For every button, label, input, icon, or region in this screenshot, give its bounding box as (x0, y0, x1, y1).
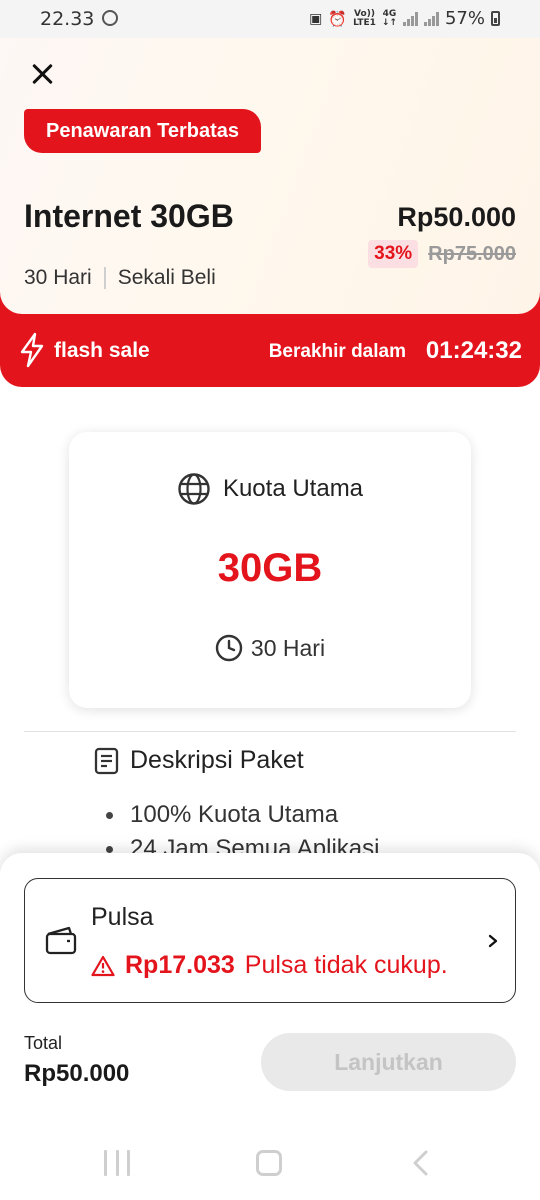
balance-amount: Rp17.033 (125, 951, 235, 979)
wallet-icon (45, 926, 77, 955)
status-indicators: ▣ ⏰ Vo)) LTE1 4G ↓↑ 57% (309, 8, 500, 29)
payment-method-name: Pulsa (91, 903, 154, 931)
warning-icon (91, 955, 115, 976)
chevron-right-icon (488, 934, 498, 948)
package-duration: 30 Hari (24, 266, 92, 289)
lightning-icon (20, 332, 44, 368)
signal-icon (402, 11, 418, 26)
discount-row: 33% Rp75.000 (368, 240, 516, 268)
quota-duration: 30 Hari (69, 634, 471, 662)
globe-icon (178, 473, 210, 505)
battery-percent: 57% (444, 8, 485, 29)
package-detail-screen: 22.33 ▣ ⏰ Vo)) LTE1 4G ↓↑ 57% Penawaran … (0, 0, 540, 1200)
home-icon[interactable] (256, 1150, 282, 1176)
quota-label: Kuota Utama (222, 475, 364, 502)
quota-value: 30GB (217, 546, 323, 590)
ends-in-label: Berakhir dalam (268, 341, 406, 362)
volte-indicator: Vo)) LTE1 (353, 8, 376, 28)
meta-divider (103, 267, 106, 289)
offer-header: Penawaran Terbatas Internet 30GB Rp50.00… (0, 38, 540, 387)
total-label: Total (24, 1033, 63, 1053)
continue-button[interactable]: Lanjutkan (261, 1033, 516, 1091)
flash-sale-label: flash sale (54, 339, 150, 362)
quota-duration-text: 30 Hari (250, 634, 326, 661)
clock-icon (215, 634, 243, 662)
alarm-icon: ⏰ (328, 9, 348, 28)
status-bar: 22.33 ▣ ⏰ Vo)) LTE1 4G ↓↑ 57% (0, 0, 540, 38)
package-meta: 30 Hari Sekali Beli (24, 266, 216, 290)
close-icon[interactable] (26, 58, 58, 90)
system-nav-bar (0, 1128, 540, 1200)
recent-apps-icon[interactable] (104, 1150, 130, 1176)
purchase-type: Sekali Beli (117, 266, 216, 289)
description-title: Deskripsi Paket (130, 746, 304, 774)
download-icon: ▣ (309, 10, 323, 27)
network-indicator: 4G ↓↑ (381, 8, 397, 28)
sync-icon (102, 10, 118, 26)
package-price: Rp50.000 (397, 202, 516, 232)
countdown-timer: 01:24:32 (425, 337, 522, 364)
original-price: Rp75.000 (428, 242, 516, 265)
description-item: 100% Kuota Utama (104, 798, 379, 832)
section-divider (24, 731, 516, 732)
quota-card: Kuota Utama 30GB 30 Hari (69, 432, 471, 708)
payment-method-selector[interactable]: Pulsa Rp17.033 Pulsa tidak cukup. (24, 878, 516, 1003)
package-title: Internet 30GB (24, 198, 234, 234)
total-value: Rp50.000 (24, 1060, 130, 1087)
flash-sale-bar: flash sale Berakhir dalam 01:24:32 (0, 314, 540, 387)
status-time: 22.33 (40, 8, 95, 30)
description-header: Deskripsi Paket (94, 746, 304, 775)
discount-badge: 33% (368, 240, 419, 268)
back-icon[interactable] (410, 1150, 430, 1176)
insufficient-balance-warning: Rp17.033 Pulsa tidak cukup. (91, 951, 448, 980)
signal-icon-2 (423, 11, 439, 26)
document-icon (94, 747, 119, 774)
quota-header: Kuota Utama (69, 472, 471, 506)
battery-icon (491, 11, 500, 26)
limited-offer-badge: Penawaran Terbatas (24, 109, 262, 153)
warning-text: Pulsa tidak cukup. (244, 951, 448, 979)
offer-summary: Penawaran Terbatas Internet 30GB Rp50.00… (0, 38, 540, 314)
